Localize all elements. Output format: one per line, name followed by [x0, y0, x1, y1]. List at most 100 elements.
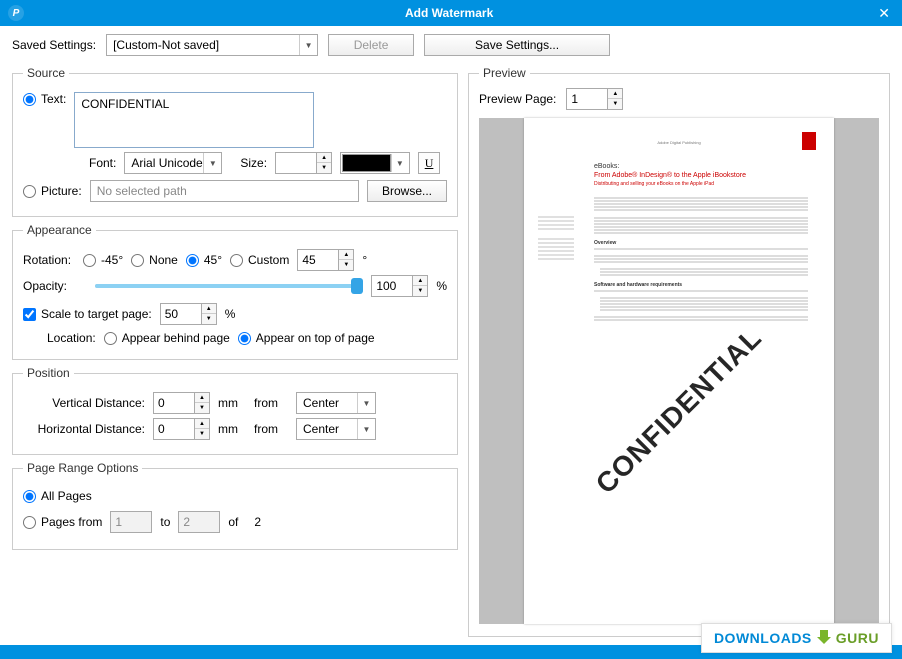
percent-label: % [436, 279, 447, 293]
horizontal-from-select[interactable]: Center ▼ [296, 418, 376, 440]
body-text [594, 197, 808, 211]
spin-down-icon[interactable]: ▼ [608, 99, 622, 109]
spin-down-icon[interactable]: ▼ [339, 260, 353, 270]
position-legend: Position [23, 366, 74, 380]
close-icon[interactable]: ✕ [874, 5, 894, 22]
rotation-custom-radio[interactable]: Custom [230, 253, 289, 267]
rotation-custom-input[interactable] [297, 249, 339, 271]
watermark-text-input[interactable] [74, 92, 314, 148]
size-input[interactable] [275, 152, 317, 174]
source-picture-radio-label: Picture: [41, 184, 82, 198]
appearance-group: Appearance Rotation: -45° None 45° Custo… [12, 223, 458, 360]
location-behind-radio[interactable]: Appear behind page [104, 331, 230, 345]
spin-up-icon[interactable]: ▲ [339, 250, 353, 260]
total-pages-value: 2 [254, 515, 261, 529]
opacity-spinner[interactable]: ▲▼ [371, 275, 428, 297]
pages-from-spinner[interactable] [110, 511, 152, 533]
preview-page-spinner[interactable]: ▲▼ [566, 88, 623, 110]
vertical-distance-label: Vertical Distance: [23, 396, 145, 410]
font-value: Arial Unicode [125, 156, 203, 170]
opacity-slider[interactable] [95, 284, 357, 288]
vertical-distance-spinner[interactable]: ▲▼ [153, 392, 210, 414]
chevron-down-icon: ▼ [357, 419, 375, 439]
scale-checkbox-input[interactable] [23, 308, 36, 321]
rotation-custom-spinner[interactable]: ▲▼ [297, 249, 354, 271]
location-label: Location: [47, 331, 96, 345]
pages-to-spinner[interactable] [178, 511, 220, 533]
preview-group: Preview Preview Page: ▲▼ Adobe Digital P… [468, 66, 890, 637]
chevron-down-icon: ▼ [357, 393, 375, 413]
slider-thumb[interactable] [351, 278, 363, 294]
spin-down-icon[interactable]: ▼ [195, 429, 209, 439]
spin-up-icon[interactable]: ▲ [413, 276, 427, 286]
titlebar: P Add Watermark ✕ [0, 0, 902, 26]
rotation-45-radio[interactable]: 45° [186, 253, 222, 267]
spin-up-icon[interactable]: ▲ [195, 419, 209, 429]
chevron-down-icon: ▼ [299, 35, 317, 55]
chevron-down-icon: ▼ [203, 153, 221, 173]
pages-from-radio[interactable]: Pages from [23, 515, 102, 529]
all-pages-radio[interactable]: All Pages [23, 489, 92, 503]
body-text [594, 248, 808, 276]
source-text-radio[interactable]: Text: [23, 92, 66, 106]
scale-spinner[interactable]: ▲▼ [160, 303, 217, 325]
download-arrow-icon [816, 630, 832, 646]
vertical-distance-input[interactable] [153, 392, 195, 414]
delete-button[interactable]: Delete [328, 34, 414, 56]
horizontal-distance-label: Horizontal Distance: [23, 422, 145, 436]
of-label: of [228, 515, 238, 529]
horizontal-distance-input[interactable] [153, 418, 195, 440]
browse-button[interactable]: Browse... [367, 180, 447, 202]
preview-page-input[interactable] [566, 88, 608, 110]
source-legend: Source [23, 66, 69, 80]
scale-input[interactable] [160, 303, 202, 325]
save-settings-button[interactable]: Save Settings... [424, 34, 610, 56]
app-logo-icon: P [8, 5, 24, 21]
position-group: Position Vertical Distance: ▲▼ mm from C… [12, 366, 458, 455]
picture-path-field: No selected path [90, 180, 359, 202]
page-range-group: Page Range Options All Pages Pages from … [12, 461, 458, 550]
from-label: from [254, 396, 288, 410]
spin-up-icon[interactable]: ▲ [317, 153, 331, 163]
rotation-neg45-radio[interactable]: -45° [83, 253, 123, 267]
source-text-radio-input[interactable] [23, 93, 36, 106]
rotation-label: Rotation: [23, 253, 75, 267]
location-top-radio[interactable]: Appear on top of page [238, 331, 375, 345]
color-select[interactable]: ▼ [340, 152, 410, 174]
spin-down-icon[interactable]: ▼ [413, 286, 427, 296]
spin-down-icon[interactable]: ▼ [195, 403, 209, 413]
badge-text-guru: GURU [836, 630, 879, 646]
opacity-input[interactable] [371, 275, 413, 297]
pages-to-input[interactable] [178, 511, 220, 533]
scale-label: Scale to target page: [41, 307, 152, 321]
unit-label: mm [218, 422, 238, 436]
body-text [594, 217, 808, 234]
spin-down-icon[interactable]: ▼ [202, 314, 216, 324]
percent-label: % [225, 307, 236, 321]
horizontal-distance-spinner[interactable]: ▲▼ [153, 418, 210, 440]
source-group: Source Text: Font: Arial Unicode ▼ Size: [12, 66, 458, 217]
doc-header: Adobe Digital Publishing [550, 140, 808, 145]
appearance-legend: Appearance [23, 223, 96, 237]
source-picture-radio[interactable]: Picture: [23, 184, 82, 198]
doc-title-line2: From Adobe® InDesign® to the Apple iBook… [594, 172, 808, 179]
preview-page-label: Preview Page: [479, 92, 556, 106]
saved-settings-select[interactable]: [Custom-Not saved] ▼ [106, 34, 318, 56]
size-spinner[interactable]: ▲▼ [275, 152, 332, 174]
page-range-legend: Page Range Options [23, 461, 142, 475]
scale-checkbox[interactable]: Scale to target page: [23, 307, 152, 321]
spin-down-icon[interactable]: ▼ [317, 163, 331, 173]
source-picture-radio-input[interactable] [23, 185, 36, 198]
doc-subtitle: Distributing and selling your eBooks on … [594, 181, 808, 187]
spin-up-icon[interactable]: ▲ [202, 304, 216, 314]
underline-button[interactable]: U [418, 152, 440, 174]
to-label: to [160, 515, 170, 529]
pages-from-input[interactable] [110, 511, 152, 533]
source-text-radio-label: Text: [41, 92, 66, 106]
spin-up-icon[interactable]: ▲ [195, 393, 209, 403]
spin-up-icon[interactable]: ▲ [608, 89, 622, 99]
vertical-from-select[interactable]: Center ▼ [296, 392, 376, 414]
font-select[interactable]: Arial Unicode ▼ [124, 152, 222, 174]
badge-text-downloads: DOWNLOADS [714, 630, 812, 646]
rotation-none-radio[interactable]: None [131, 253, 178, 267]
